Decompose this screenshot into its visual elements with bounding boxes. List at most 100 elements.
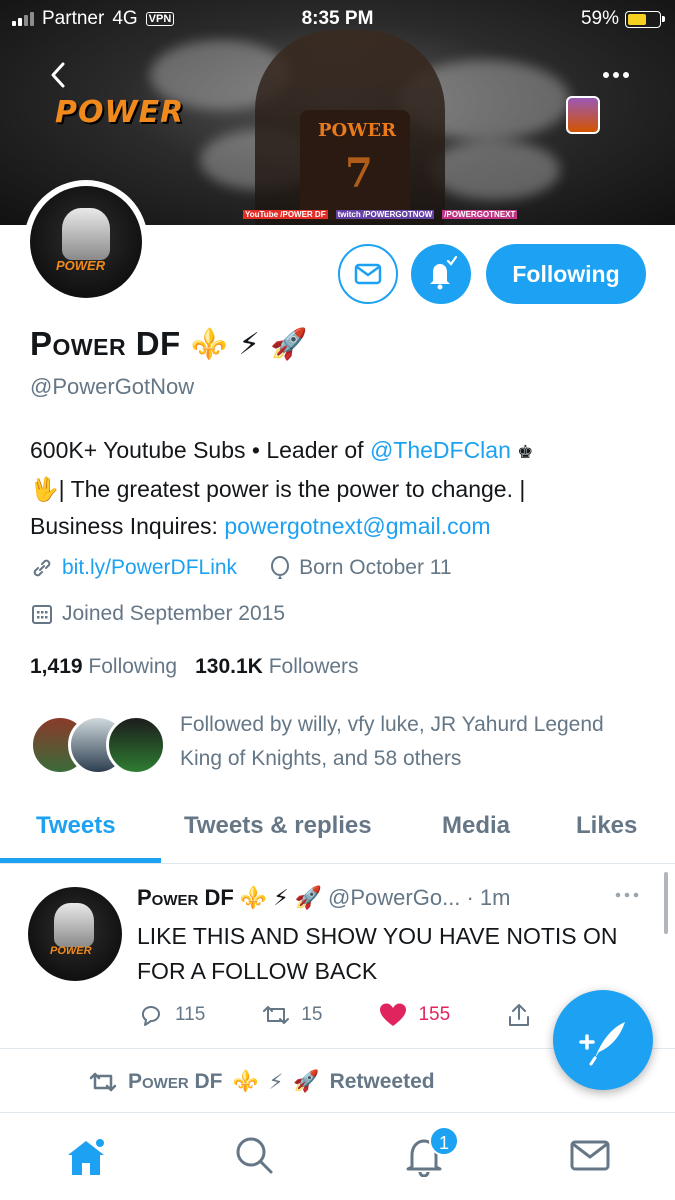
battery-icon: [625, 10, 665, 28]
more-dots-icon: [603, 72, 629, 78]
reply-count: 115: [175, 1004, 206, 1025]
name-emoji-rocket: 🚀: [270, 327, 309, 361]
back-button[interactable]: [42, 58, 76, 92]
rt-emoji-lightning: ⚡: [268, 1070, 284, 1094]
profile-tabs: Tweets Tweets & replies Media Likes: [0, 800, 675, 864]
more-options-button[interactable]: [598, 58, 634, 92]
website-link[interactable]: bit.ly/PowerDFLink: [62, 556, 237, 580]
tweet-actions: 115 15 155: [137, 1001, 588, 1029]
calendar-icon: [32, 605, 52, 624]
followed-by-avatars[interactable]: [30, 715, 166, 775]
share-icon: [509, 1004, 530, 1026]
nav-home[interactable]: [62, 1133, 106, 1177]
profile-meta-row-2: Joined September 2015: [30, 602, 285, 626]
following-button[interactable]: Following: [486, 244, 646, 304]
name-emoji-fleur: ⚜️: [190, 327, 229, 361]
retweet-button[interactable]: 15: [261, 1001, 322, 1029]
bio-mention-link[interactable]: @TheDFClan: [370, 437, 511, 463]
compose-tweet-button[interactable]: [553, 990, 653, 1090]
rt-emoji-rocket: 🚀: [293, 1070, 320, 1093]
tweet-author-name: Power DF: [137, 885, 234, 910]
bio-line2: | The greatest power is the power to cha…: [58, 476, 526, 502]
retweeted-indicator: Power DF ⚜️ ⚡ 🚀 Retweeted: [88, 1068, 435, 1096]
tweet-emoji-rocket: 🚀: [294, 885, 323, 910]
banner-social-links: YouTube /POWER DF twitch /POWERGOTNOW /P…: [243, 210, 518, 219]
share-button[interactable]: [506, 1001, 532, 1029]
bio-emoji-hand: 🖖: [30, 476, 59, 502]
avatar-emblem: [54, 903, 94, 947]
bio-line3: Business Inquires:: [30, 513, 225, 539]
bottom-navigation: [0, 1112, 675, 1200]
following-count: 1,419: [30, 655, 83, 678]
banner-logo-text: POWER: [55, 95, 185, 130]
tweet-emoji-fleur: ⚜️: [239, 885, 268, 910]
banner-badge-logo: [566, 96, 600, 134]
tweet-header: Power DF ⚜️ ⚡ 🚀 @PowerGo... · 1m: [137, 885, 510, 911]
display-name-text: Power DF: [30, 325, 181, 362]
birthday-text: Born October 11: [299, 556, 452, 579]
bell-check-icon: [430, 255, 458, 290]
nav-search[interactable]: [232, 1133, 276, 1177]
tab-tweets-replies[interactable]: Tweets & replies: [184, 800, 372, 852]
link-icon: [33, 559, 51, 577]
avatar-tag: POWER: [56, 258, 106, 273]
bio-email-link[interactable]: powergotnext@gmail.com: [224, 513, 490, 539]
tweet-time: · 1m: [466, 885, 511, 910]
reply-icon: [142, 1006, 160, 1026]
following-label: Following: [88, 655, 178, 678]
avatar: [106, 715, 166, 775]
profile-avatar[interactable]: POWER: [24, 180, 148, 304]
followed-by-text[interactable]: Followed by willy, vfy luke, JR Yahurd L…: [180, 708, 640, 776]
tab-media[interactable]: Media: [442, 800, 510, 852]
banner-instagram: /POWERGOTNEXT: [442, 210, 518, 219]
notifications-badge: 1: [429, 1126, 459, 1156]
tab-tweets[interactable]: Tweets: [36, 800, 116, 852]
retweet-count: 15: [301, 1004, 323, 1025]
banner-jersey-number: 7: [345, 150, 373, 197]
banner-twitch: twitch /POWERGOTNOW: [335, 210, 435, 219]
search-icon: [236, 1137, 273, 1174]
bio-line1: 600K+ Youtube Subs • Leader of: [30, 437, 370, 463]
chevron-left-icon: [51, 62, 65, 88]
retweet-icon: [89, 1072, 117, 1092]
active-tab-indicator: [0, 858, 161, 863]
scrollbar[interactable]: [664, 872, 668, 934]
tweet-text: LIKE THIS AND SHOW YOU HAVE NOTIS ON FOR…: [137, 923, 618, 984]
message-button[interactable]: [338, 244, 398, 304]
profile-meta-row-1: bit.ly/PowerDFLink Born October 11: [30, 556, 452, 580]
rt-emoji-fleur: ⚜️: [232, 1070, 259, 1093]
followers-count-link[interactable]: 130.1K Followers: [195, 655, 358, 679]
avatar-emblem: [62, 208, 110, 260]
tweet-more-button[interactable]: [612, 885, 642, 911]
bio-crown: ♚: [517, 442, 534, 462]
envelope-icon: [354, 263, 382, 285]
nav-messages[interactable]: [568, 1133, 612, 1177]
heart-icon: [380, 1003, 407, 1026]
envelope-icon: [570, 1140, 610, 1171]
following-count-link[interactable]: 1,419 Following: [30, 655, 177, 679]
like-count: 155: [418, 1004, 451, 1025]
retweeter-name[interactable]: Power DF: [128, 1070, 223, 1094]
status-bar: Partner 4G VPN 8:35 PM 59%: [0, 0, 675, 38]
follow-counts: 1,419 Following 130.1K Followers: [30, 655, 359, 679]
like-button[interactable]: 155: [378, 1001, 450, 1029]
retweeted-label: Retweeted: [329, 1070, 435, 1093]
balloon-icon: [271, 556, 290, 579]
banner-jersey-text: POWER: [318, 120, 397, 141]
followers-count: 130.1K: [195, 655, 263, 678]
tweet-avatar[interactable]: POWER: [28, 887, 122, 981]
tweet-emoji-lightning: ⚡: [273, 885, 289, 910]
battery-percent: 59%: [580, 8, 619, 29]
notifications-toggle-button[interactable]: [411, 244, 471, 304]
tab-likes[interactable]: Likes: [576, 800, 637, 852]
tweet-avatar-tag: POWER: [50, 945, 92, 957]
more-dots-icon: [615, 892, 639, 898]
profile-handle: @PowerGotNow: [30, 374, 195, 399]
feather-plus-icon: [579, 1022, 625, 1066]
reply-button[interactable]: 115: [137, 1001, 205, 1029]
name-emoji-lightning: ⚡: [238, 327, 261, 361]
retweet-icon: [263, 1006, 290, 1024]
status-time: 8:35 PM: [301, 8, 374, 29]
profile-display-name: Power DF ⚜️ ⚡ 🚀: [30, 325, 308, 363]
joined-text: Joined September 2015: [62, 602, 285, 625]
